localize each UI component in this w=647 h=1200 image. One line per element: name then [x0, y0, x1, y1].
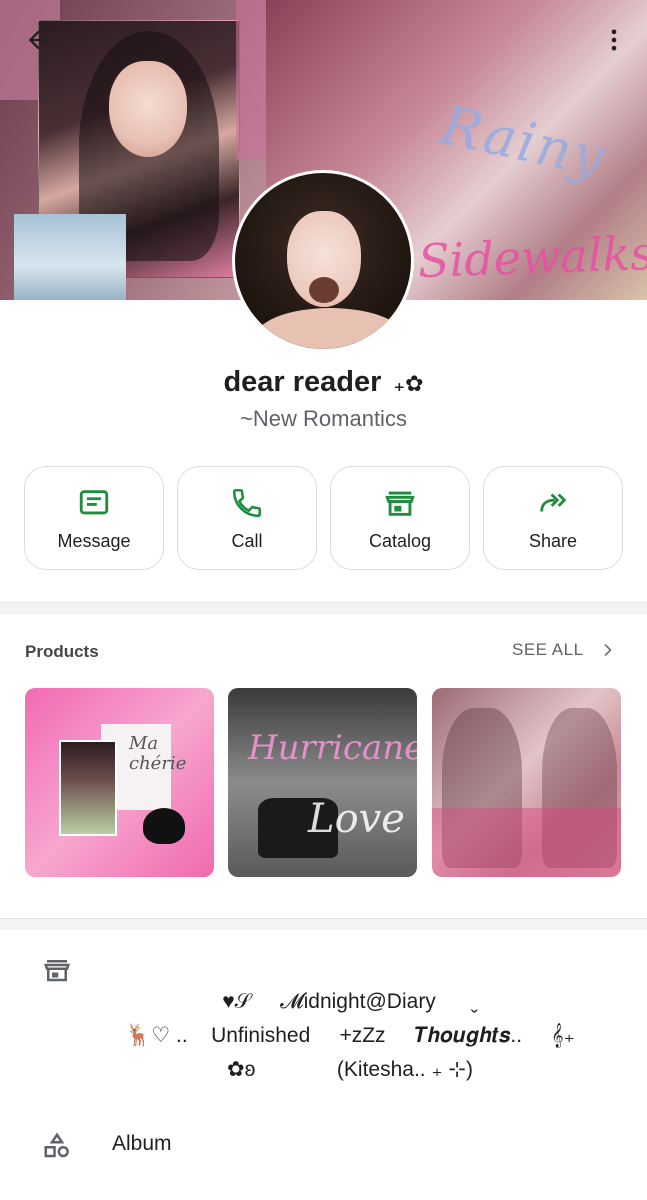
chevron-right-icon	[604, 644, 612, 656]
product-overlay-text: Ma chérie	[129, 733, 187, 774]
product-overlay-text: Love	[308, 796, 405, 842]
business-profile-page: Rainy Sidewalks dear reader ₊✿ ~New Roma…	[0, 0, 647, 1200]
catalog-button-label: Catalog	[368, 530, 432, 551]
product-overlay-text: Hurricane	[248, 728, 417, 768]
profile-name-suffix: ₊✿	[393, 371, 424, 396]
action-buttons: Message Call Catalog Share	[24, 466, 623, 570]
album-label: Album	[112, 1132, 172, 1155]
arrow-left-icon	[28, 30, 48, 50]
shapes-icon	[44, 1132, 69, 1158]
message-icon	[79, 489, 109, 514]
see-all-label: SEE ALL	[512, 640, 584, 659]
see-all-button[interactable]: SEE ALL	[512, 640, 616, 660]
profile-avatar[interactable]	[232, 170, 414, 352]
message-button-label: Message	[57, 530, 131, 551]
profile-name-text: dear reader	[223, 366, 382, 398]
description-line: ♥𝒮 𝓜idnight@Diary ˬ	[222, 990, 478, 1013]
share-button-label: Share	[528, 530, 578, 551]
product-card[interactable]: Hurricane Love	[228, 688, 417, 877]
product-card[interactable]: Ma chérie	[25, 688, 214, 877]
product-card[interactable]	[432, 688, 621, 877]
album-row[interactable]: Album	[0, 1120, 647, 1170]
storefront-icon	[44, 960, 70, 982]
description-line: ✿ʚ (Kitesha.. ₊ ⊹)	[227, 1058, 473, 1081]
storefront-icon	[385, 491, 415, 516]
more-options-button[interactable]	[592, 18, 636, 62]
call-button-label: Call	[231, 530, 263, 551]
profile-name: dear reader ₊✿	[0, 366, 647, 399]
products-title: Products	[25, 642, 99, 661]
cover-text-sidewalks: Sidewalks	[417, 225, 647, 289]
catalog-button[interactable]: Catalog	[330, 466, 470, 570]
cat-silhouette	[143, 808, 185, 844]
call-button[interactable]: Call	[177, 466, 317, 570]
phone-icon	[232, 488, 262, 517]
share-forward-icon	[540, 492, 567, 512]
cover-sky-photo	[14, 214, 126, 300]
section-divider	[0, 918, 647, 930]
section-divider	[0, 602, 647, 614]
share-button[interactable]: Share	[483, 466, 623, 570]
more-vert-icon	[611, 29, 617, 51]
message-button[interactable]: Message	[24, 466, 164, 570]
profile-subtitle: ~New Romantics	[240, 406, 407, 431]
business-description: ♥𝒮 𝓜idnight@Diary ˬ 🦌♡ .. Unfinished +zZz…	[100, 985, 600, 1087]
description-line: 🦌♡ .. Unfinished +zZz 𝑻𝒉𝒐𝒖𝒈𝒉𝒕𝒔.. 𝄞₊	[125, 1024, 575, 1047]
back-button[interactable]	[16, 18, 60, 62]
